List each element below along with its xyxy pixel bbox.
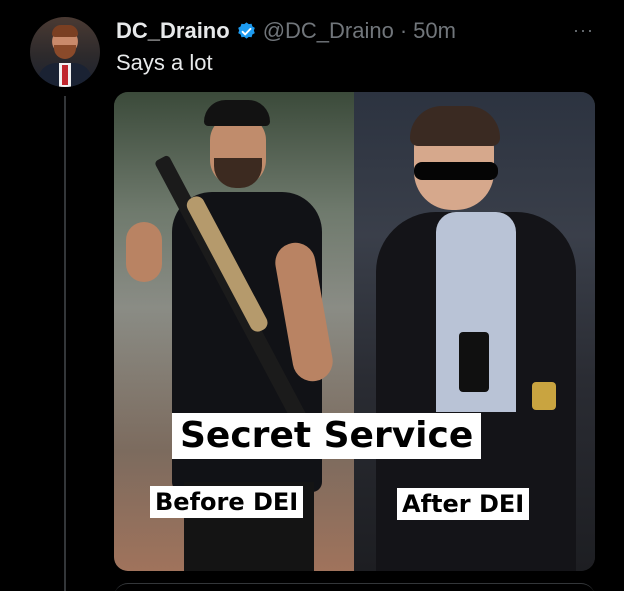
tweet[interactable]: DC_Draino @DC_Draino · 50m ··· Says a lo… xyxy=(0,0,624,591)
tweet-text: Says a lot xyxy=(116,50,213,75)
verified-badge-icon xyxy=(237,21,255,39)
author-avatar[interactable] xyxy=(30,17,100,87)
author-handle[interactable]: @DC_Draino xyxy=(263,18,394,44)
tweet-media-image[interactable]: Secret Service Before DEI After DEI xyxy=(114,92,595,571)
avatar-tie xyxy=(62,65,68,85)
avatar-beard xyxy=(54,45,76,59)
next-card-edge xyxy=(114,583,595,591)
thread-line xyxy=(64,96,66,591)
avatar-hair xyxy=(52,25,78,37)
media-headline: Secret Service xyxy=(172,413,482,459)
handgun-shape xyxy=(459,332,489,392)
agent-right-hair xyxy=(410,106,500,146)
header-separator: · xyxy=(399,18,408,43)
after-caption: After DEI xyxy=(397,488,530,520)
badge-shape xyxy=(532,382,556,410)
tweet-header: DC_Draino @DC_Draino · 50m xyxy=(116,18,456,44)
author-name[interactable]: DC_Draino xyxy=(116,18,230,44)
tweet-timestamp[interactable]: 50m xyxy=(413,18,456,44)
agent-left-cap xyxy=(204,100,270,126)
more-options-icon[interactable]: ··· xyxy=(573,20,594,41)
before-caption: Before DEI xyxy=(150,486,304,518)
agent-right-sunglasses xyxy=(414,162,498,180)
agent-left-arm xyxy=(126,222,162,282)
